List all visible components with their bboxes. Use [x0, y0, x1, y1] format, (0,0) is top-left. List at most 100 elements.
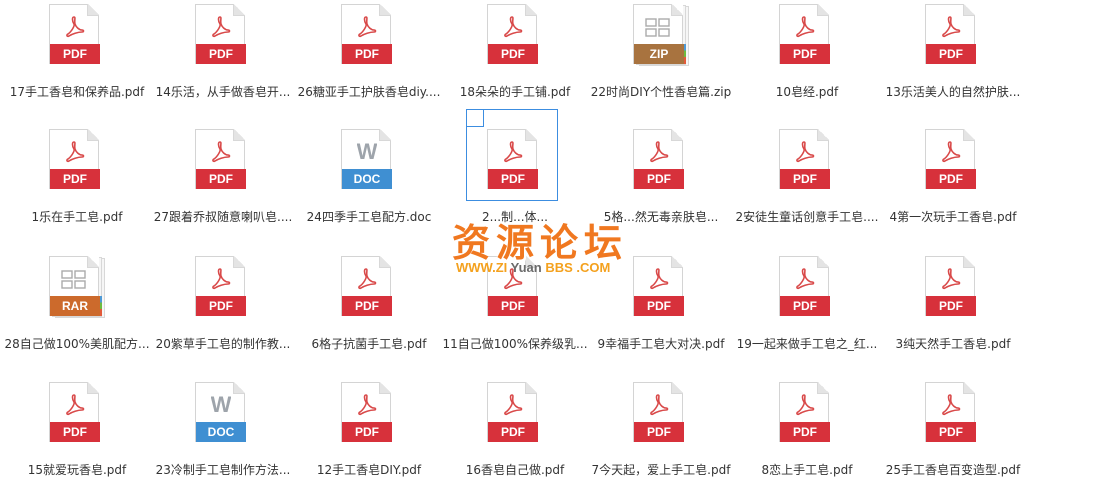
file-item[interactable]: PDF 18朵朵的手工铺.pdf: [442, 0, 588, 125]
pdf-badge: PDF: [196, 44, 246, 64]
pdf-file-icon: PDF: [779, 4, 833, 66]
document-page: PDF: [341, 4, 392, 64]
word-icon: W: [357, 140, 377, 164]
file-item[interactable]: PDF 15就爱玩香皂.pdf: [4, 378, 150, 503]
pdf-badge: PDF: [634, 296, 684, 316]
pdf-badge: PDF: [50, 169, 100, 189]
file-item[interactable]: PDF 3纯天然手工香皂.pdf: [880, 252, 1026, 377]
file-name: 19一起来做手工皂之_红...: [736, 337, 878, 351]
file-item[interactable]: PDF 9幸福手工皂大对决.pdf: [588, 252, 734, 377]
pdf-file-icon: PDF: [925, 129, 979, 191]
file-item[interactable]: PDF 19一起来做手工皂之_红...: [734, 252, 880, 377]
pdf-file-icon: PDF: [779, 256, 833, 318]
zip-badge: ZIP: [634, 44, 684, 64]
pdf-file-icon: PDF: [49, 129, 103, 191]
pdf-badge: PDF: [780, 296, 830, 316]
file-item[interactable]: PDF 25手工香皂百变造型.pdf: [880, 378, 1026, 503]
document-page: PDF: [779, 129, 830, 189]
file-name: 17手工香皂和保养品.pdf: [9, 85, 145, 99]
pdf-badge: PDF: [50, 44, 100, 64]
document-page: PDF: [925, 4, 976, 64]
acrobat-icon: [796, 141, 815, 163]
file-item[interactable]: RAR 28自己做100%美肌配方...: [4, 252, 150, 377]
file-item[interactable]: PDF 10皂经.pdf: [734, 0, 880, 125]
file-item[interactable]: PDF 8恋上手工皂.pdf: [734, 378, 880, 503]
document-page: PDF: [49, 129, 100, 189]
acrobat-icon: [358, 268, 377, 290]
file-item[interactable]: PDF 11自己做100%保养级乳...: [442, 252, 588, 377]
pdf-badge: PDF: [634, 422, 684, 442]
pdf-badge: PDF: [926, 44, 976, 64]
pdf-file-icon: PDF: [925, 256, 979, 318]
document-page: PDF: [341, 382, 392, 442]
pdf-badge: PDF: [196, 296, 246, 316]
file-name: 10皂经.pdf: [775, 85, 839, 99]
document-page: W DOC: [195, 382, 246, 442]
file-item[interactable]: PDF 16香皂自己做.pdf: [442, 378, 588, 503]
document-page: PDF: [487, 4, 538, 64]
selection-checkbox[interactable]: [466, 109, 484, 127]
document-page: PDF: [341, 256, 392, 316]
pdf-badge: PDF: [488, 422, 538, 442]
pdf-file-icon: PDF: [195, 256, 249, 318]
file-name: 22时尚DIY个性香皂篇.zip: [590, 85, 732, 99]
file-name: 28自己做100%美肌配方...: [4, 337, 150, 351]
file-name: 27跟着乔叔随意喇叭皂....: [153, 210, 293, 224]
pdf-badge: PDF: [488, 296, 538, 316]
document-page: PDF: [925, 382, 976, 442]
file-item[interactable]: PDF 27跟着乔叔随意喇叭皂....: [150, 125, 296, 250]
file-name: 12手工香皂DIY.pdf: [316, 463, 422, 477]
rar-badge: RAR: [50, 296, 100, 316]
acrobat-icon: [358, 394, 377, 416]
pdf-file-icon: PDF: [487, 382, 541, 444]
file-item[interactable]: PDF 12手工香皂DIY.pdf: [296, 378, 442, 503]
pdf-badge: PDF: [196, 169, 246, 189]
svg-text:W: W: [357, 140, 377, 164]
document-page: PDF: [49, 382, 100, 442]
file-name: 23冷制手工皂制作方法...: [155, 463, 291, 477]
pdf-file-icon: PDF: [779, 129, 833, 191]
file-item[interactable]: PDF 14乐活，从手做香皂开...: [150, 0, 296, 125]
file-name: 11自己做100%保养级乳...: [442, 337, 588, 351]
file-name: 7今天起，爱上手工皂.pdf: [591, 463, 731, 477]
pdf-file-icon: PDF: [487, 4, 541, 66]
acrobat-icon: [66, 16, 85, 38]
file-name: 6格子抗菌手工皂.pdf: [311, 337, 427, 351]
file-item[interactable]: PDF 4第一次玩手工香皂.pdf: [880, 125, 1026, 250]
file-item[interactable]: PDF 1乐在手工皂.pdf: [4, 125, 150, 250]
file-item[interactable]: PDF 17手工香皂和保养品.pdf: [4, 0, 150, 125]
file-grid: PDF 17手工香皂和保养品.pdf PDF 14乐活，从手做香皂开... PDF 26糖…: [4, 0, 1104, 487]
file-item[interactable]: PDF 20紫草手工皂的制作教...: [150, 252, 296, 377]
pdf-badge: PDF: [926, 169, 976, 189]
file-item[interactable]: W DOC 24四季手工皂配方.doc: [296, 125, 442, 250]
file-item[interactable]: PDF 13乐活美人的自然护肤...: [880, 0, 1026, 125]
file-item[interactable]: PDF 6格子抗菌手工皂.pdf: [296, 252, 442, 377]
acrobat-icon: [942, 16, 961, 38]
document-page: PDF: [487, 382, 538, 442]
document-page: PDF: [925, 256, 976, 316]
doc-file-icon: W DOC: [195, 382, 249, 444]
file-item[interactable]: ZIP 22时尚DIY个性香皂篇.zip: [588, 0, 734, 125]
file-item[interactable]: PDF 2安徒生童话创意手工皂....: [734, 125, 880, 250]
file-item[interactable]: W DOC 23冷制手工皂制作方法...: [150, 378, 296, 503]
file-item[interactable]: PDF 5格...然无毒亲肤皂...: [588, 125, 734, 250]
file-item[interactable]: PDF 26糖亚手工护肤香皂diy....: [296, 0, 442, 125]
acrobat-icon: [212, 141, 231, 163]
file-name: 16香皂自己做.pdf: [465, 463, 565, 477]
pdf-file-icon: PDF: [195, 129, 249, 191]
acrobat-icon: [796, 16, 815, 38]
pdf-badge: PDF: [926, 296, 976, 316]
pdf-badge: PDF: [780, 44, 830, 64]
pdf-file-icon: PDF: [49, 382, 103, 444]
pdf-badge: PDF: [780, 422, 830, 442]
acrobat-icon: [942, 394, 961, 416]
acrobat-icon: [212, 16, 231, 38]
acrobat-icon: [650, 268, 669, 290]
file-name: 2...制...体...: [482, 210, 548, 224]
file-name: 26糖亚手工护肤香皂diy....: [297, 85, 441, 99]
archive-icon: [61, 270, 86, 289]
file-item[interactable]: PDF 7今天起，爱上手工皂.pdf: [588, 378, 734, 503]
zip-file-icon: ZIP: [633, 4, 689, 66]
pdf-file-icon: PDF: [633, 256, 687, 318]
document-page: PDF: [633, 129, 684, 189]
